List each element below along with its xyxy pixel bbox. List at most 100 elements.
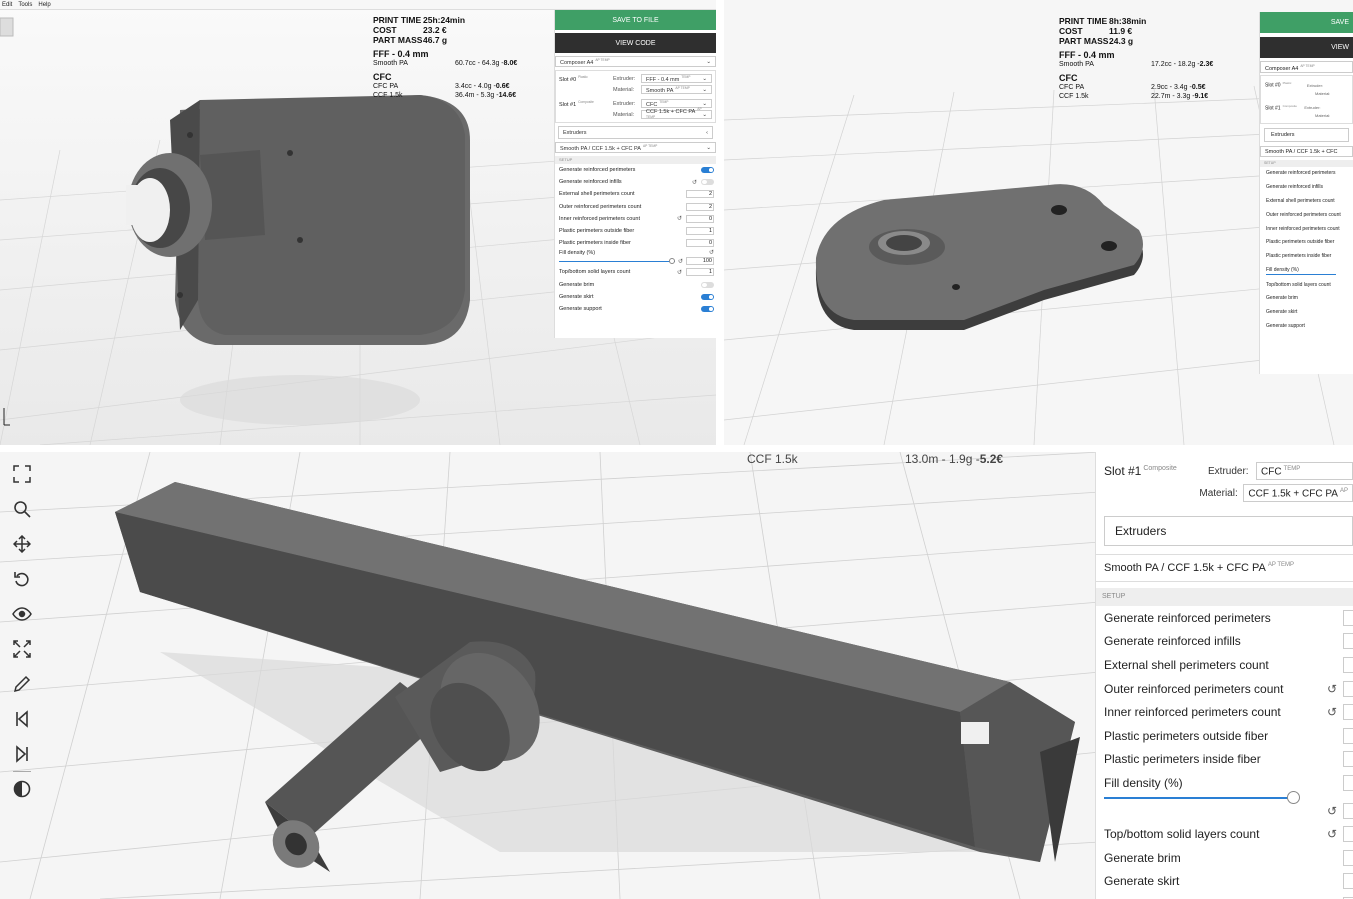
- skip-forward-icon[interactable]: [12, 744, 32, 764]
- value-box[interactable]: [1343, 774, 1353, 791]
- menu-edit[interactable]: Edit: [2, 0, 12, 9]
- number-input[interactable]: 1: [686, 227, 714, 236]
- reset-icon[interactable]: ↺: [677, 269, 682, 276]
- value-box[interactable]: [1343, 873, 1353, 890]
- fill-density-slider[interactable]: [559, 257, 675, 264]
- value-box[interactable]: [1343, 656, 1353, 673]
- eye-icon[interactable]: [12, 604, 32, 624]
- setup-row-control: ↺: [1327, 802, 1353, 819]
- slot1-tag: Composite: [1143, 465, 1177, 472]
- toggle-switch[interactable]: [701, 305, 714, 312]
- slider-knob[interactable]: [1287, 790, 1300, 804]
- material-value: CCF 1.5k + CFC PA: [1248, 488, 1338, 500]
- value-box[interactable]: [1343, 609, 1353, 626]
- value-box[interactable]: [1343, 751, 1353, 768]
- value-box[interactable]: [1343, 680, 1353, 697]
- menu-help[interactable]: Help: [38, 0, 50, 9]
- number-input[interactable]: 0: [686, 239, 714, 248]
- save-to-file-button[interactable]: SAVE TO FILE: [555, 10, 716, 30]
- value-box[interactable]: [1343, 727, 1353, 744]
- reset-icon[interactable]: ↺: [1327, 682, 1337, 696]
- toggle-switch[interactable]: [701, 293, 714, 300]
- reset-icon[interactable]: ↺: [677, 215, 682, 222]
- extruders-section-toggle[interactable]: Extruders: [1104, 516, 1353, 546]
- move-icon[interactable]: [12, 534, 32, 554]
- extruders-section-toggle[interactable]: Extruders ‹: [558, 126, 713, 139]
- number-input[interactable]: 2: [686, 202, 714, 211]
- extruder-select[interactable]: CFC TEMP: [1256, 462, 1353, 480]
- material-usage: 60.7cc - 64.3g -: [455, 60, 504, 67]
- setup-row-label: Top/bottom solid layers count: [559, 269, 631, 276]
- printer-tags: AP TEMP: [1300, 64, 1315, 68]
- extruder-label: Extruder:: [613, 75, 636, 82]
- skip-back-icon[interactable]: [12, 709, 32, 729]
- value-box[interactable]: [1343, 802, 1353, 819]
- slider-knob[interactable]: [668, 257, 675, 264]
- value-box[interactable]: [1343, 704, 1353, 721]
- view-cube[interactable]: [0, 17, 14, 37]
- number-input[interactable]: 2: [686, 190, 714, 199]
- reset-icon[interactable]: ↺: [1327, 804, 1337, 818]
- reset-icon[interactable]: ↺: [1327, 827, 1337, 841]
- extruders-section-toggle[interactable]: Extruders: [1264, 128, 1349, 143]
- setup-row-label: Generate reinforced perimeters: [1104, 610, 1271, 625]
- setup-row: ↺: [1104, 799, 1353, 823]
- viewport-bottom[interactable]: CCF 1.5k 13.0m - 1.9g - 5.2€ Slot #1 Comp…: [0, 452, 1353, 899]
- setup-row-control: [1343, 656, 1353, 673]
- toggle-switch[interactable]: [701, 179, 714, 186]
- expand-icon[interactable]: [12, 639, 32, 659]
- slot1-material-select[interactable]: CCF 1.5k + CFC PA AP TEMP ⌄: [641, 107, 712, 119]
- setup-row-label: External shell perimeters count: [559, 191, 635, 198]
- fill-density-input[interactable]: 100: [686, 257, 714, 266]
- reset-icon[interactable]: ↺: [678, 258, 683, 265]
- slot1-tag: Composite: [578, 99, 594, 104]
- toggle-switch[interactable]: [701, 167, 714, 174]
- viewport-top-left[interactable]: Edit Tools Help PRINT TIME 25h:24min COST…: [0, 0, 716, 445]
- material-cost: 9.1€: [1194, 93, 1209, 100]
- search-icon[interactable]: [12, 499, 32, 519]
- reset-icon[interactable]: ↺: [1327, 705, 1337, 719]
- setup-row-label: Generate reinforced infills: [1266, 184, 1323, 191]
- menu-tools[interactable]: Tools: [18, 0, 32, 9]
- printer-select[interactable]: Composer A4 AP TEMP: [1260, 61, 1353, 73]
- reset-icon[interactable]: ↺: [709, 249, 714, 256]
- rotate-icon[interactable]: [12, 569, 32, 589]
- view-code-button[interactable]: VIEW CODE: [555, 33, 716, 53]
- setup-row: External shell perimeters count: [1104, 653, 1353, 677]
- extruder-tag: TEMP: [1283, 466, 1301, 472]
- slot0-extruder-select[interactable]: FFF - 0.4 mm TEMP ⌄: [641, 74, 712, 83]
- setup-row: Top/bottom solid layers count ↺ 1: [559, 266, 716, 278]
- setup-row-control: [1343, 609, 1353, 626]
- chevron-down-icon: ⌄: [706, 144, 711, 151]
- slot0-material-tag: AP TEMP: [675, 85, 690, 90]
- material-select[interactable]: CCF 1.5k + CFC PA AP: [1243, 484, 1353, 502]
- printer-select[interactable]: Composer A4 AP TEMP ⌄: [555, 56, 716, 67]
- print-time-value: 25h:24min: [423, 15, 466, 25]
- value-box[interactable]: [1343, 826, 1353, 843]
- fill-density-slider[interactable]: [1104, 790, 1300, 804]
- view-code-button[interactable]: VIEW: [1260, 37, 1353, 58]
- number-input[interactable]: 1: [686, 268, 714, 277]
- save-to-file-button[interactable]: SAVE: [1260, 12, 1353, 33]
- profile-select[interactable]: Smooth PA / CCF 1.5k + CFC PA AP TEMP ⌄: [555, 142, 716, 153]
- value-box[interactable]: [1343, 633, 1353, 650]
- slot0-material-select[interactable]: Smooth PA AP TEMP ⌄: [641, 85, 712, 94]
- material-name: CFC PA: [373, 83, 399, 90]
- pencil-icon[interactable]: [12, 674, 32, 694]
- profile-select[interactable]: Smooth PA / CCF 1.5k + CFC PA AP TEMP: [1096, 554, 1353, 582]
- fill-density-row: ↺ 100: [559, 256, 716, 266]
- print-time-label: PRINT TIME: [373, 15, 422, 25]
- profile-select[interactable]: Smooth PA / CCF 1.5k + CFC: [1260, 146, 1353, 158]
- viewport-top-right[interactable]: PRINT TIME 8h:38min COST 11.9 € PART MASS2…: [724, 0, 1353, 445]
- value-box[interactable]: [1343, 849, 1353, 866]
- reset-icon[interactable]: ↺: [692, 179, 697, 186]
- setup-row-label: Generate reinforced infills: [1104, 634, 1241, 649]
- setup-row-control: ↺ 0: [677, 214, 714, 223]
- extruders-label: Extruders: [563, 129, 587, 136]
- number-input[interactable]: 0: [686, 214, 714, 223]
- contrast-icon[interactable]: [12, 779, 32, 799]
- fullscreen-icon[interactable]: [12, 464, 32, 484]
- toggle-switch[interactable]: [701, 281, 714, 288]
- settings-panel: SAVE TO FILE VIEW CODE Composer A4 AP TEM…: [554, 10, 716, 338]
- setup-row: Fill density (%) ↺: [559, 249, 716, 257]
